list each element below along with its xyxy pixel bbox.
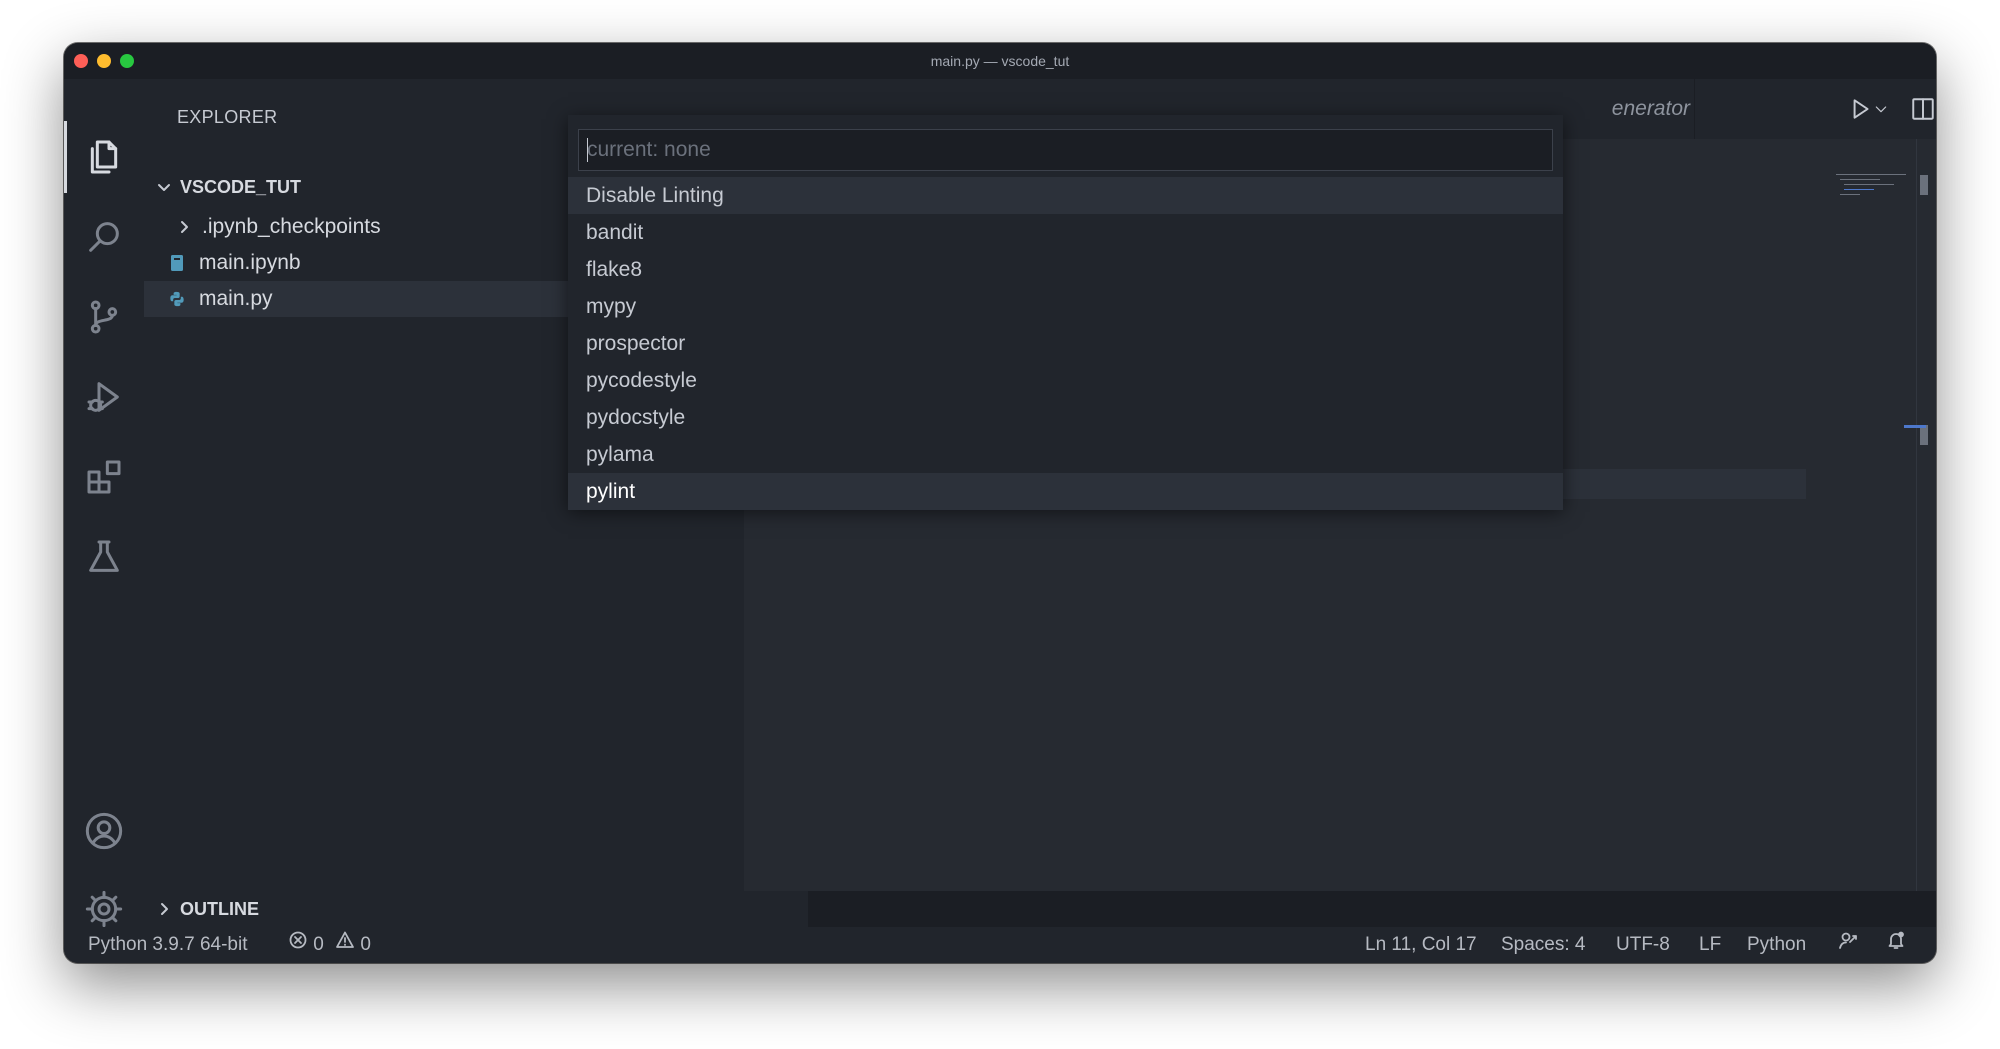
outline-section-header[interactable]: OUTLINE: [144, 891, 808, 927]
status-bar: Python 3.9.7 64-bit 0 0 Ln 11, Col 17 Sp…: [64, 927, 1936, 963]
encoding-selector[interactable]: UTF-8: [1616, 927, 1670, 963]
linter-option-pylint[interactable]: pylint: [568, 473, 1563, 510]
warning-icon: [335, 927, 355, 963]
scrollbar-thumb[interactable]: [1920, 175, 1928, 195]
window-title: main.py — vscode_tut: [930, 53, 1070, 69]
linter-option-pylama[interactable]: pylama: [568, 436, 1563, 473]
run-options-chevron-icon[interactable]: [1871, 93, 1891, 125]
title-bar: main.py — vscode_tut: [64, 43, 1936, 79]
chevron-right-icon: [176, 219, 192, 235]
outline-section-title: OUTLINE: [180, 898, 259, 919]
vertical-scrollbar-track[interactable]: [1916, 139, 1917, 891]
linter-option-prospector[interactable]: prospector: [568, 325, 1563, 362]
scrollbar-position-marker: [1920, 425, 1928, 445]
linter-option-disable-linting[interactable]: Disable Linting: [568, 177, 1563, 214]
manage-gear-icon[interactable]: [80, 885, 128, 933]
problems-indicator[interactable]: 0 0: [288, 927, 371, 963]
chevron-right-icon: [156, 901, 172, 917]
account-icon[interactable]: [80, 807, 128, 855]
minimap[interactable]: [1834, 172, 1934, 202]
text-caret: [587, 138, 588, 162]
scrollbar-cursor-marker: [1904, 425, 1926, 428]
indentation-selector[interactable]: Spaces: 4: [1501, 927, 1586, 963]
quick-pick-input[interactable]: [578, 129, 1553, 171]
editor-tab-partial[interactable]: enerator: [1554, 79, 1694, 139]
notebook-file-icon: [169, 254, 185, 272]
error-icon: [288, 927, 308, 963]
workspace-folder-name: VSCODE_TUT: [180, 176, 302, 197]
search-icon[interactable]: [80, 213, 128, 261]
notifications-bell-icon[interactable]: [1886, 927, 1906, 963]
tab-separator: [1694, 79, 1695, 139]
cursor-position[interactable]: Ln 11, Col 17: [1365, 927, 1477, 963]
python-interpreter-selector[interactable]: Python 3.9.7 64-bit: [88, 927, 248, 963]
python-file-icon: [169, 290, 185, 308]
sidebar-title: EXPLORER: [177, 107, 278, 127]
feedback-icon[interactable]: [1838, 927, 1858, 963]
explorer-icon[interactable]: [80, 133, 128, 181]
linter-option-mypy[interactable]: mypy: [568, 288, 1563, 325]
error-count: 0: [313, 934, 324, 956]
warning-count: 0: [360, 934, 371, 956]
tree-item-label: main.py: [199, 287, 273, 310]
testing-icon[interactable]: [80, 533, 128, 581]
chevron-down-icon: [156, 179, 172, 195]
active-view-indicator: [64, 121, 67, 193]
split-editor-icon[interactable]: [1907, 93, 1936, 125]
run-debug-icon[interactable]: [80, 373, 128, 421]
select-linter-quick-pick: Disable Linting bandit flake8 mypy prosp…: [568, 115, 1563, 510]
language-mode-selector[interactable]: Python: [1747, 927, 1806, 963]
tree-item-label: .ipynb_checkpoints: [202, 215, 381, 238]
linter-option-pycodestyle[interactable]: pycodestyle: [568, 362, 1563, 399]
linter-option-pydocstyle[interactable]: pydocstyle: [568, 399, 1563, 436]
line-ending-selector[interactable]: LF: [1699, 927, 1721, 963]
activity-bar: [64, 79, 144, 928]
vscode-window: main.py — vscode_tut EXPLORER VSCODE_TUT…: [64, 43, 1936, 963]
linter-option-flake8[interactable]: flake8: [568, 251, 1563, 288]
linter-option-bandit[interactable]: bandit: [568, 214, 1563, 251]
extensions-icon[interactable]: [80, 453, 128, 501]
source-control-icon[interactable]: [80, 293, 128, 341]
tree-item-label: main.ipynb: [199, 251, 301, 274]
